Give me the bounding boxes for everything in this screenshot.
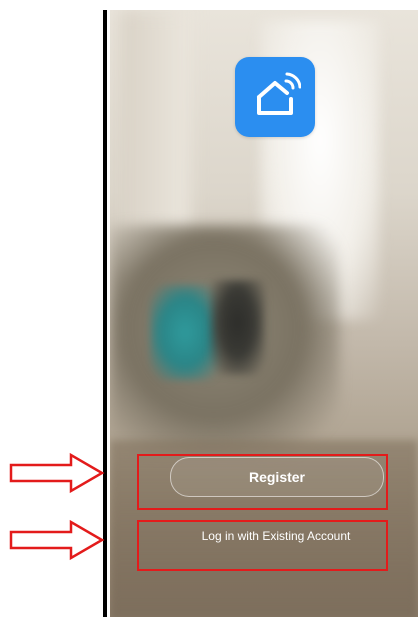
right-arrow-icon bbox=[9, 519, 105, 561]
background-person-head bbox=[210, 280, 265, 375]
login-highlight-box bbox=[137, 520, 388, 571]
register-highlight-box bbox=[137, 454, 388, 510]
right-arrow-icon bbox=[9, 452, 105, 494]
smart-home-logo-icon bbox=[235, 57, 315, 137]
